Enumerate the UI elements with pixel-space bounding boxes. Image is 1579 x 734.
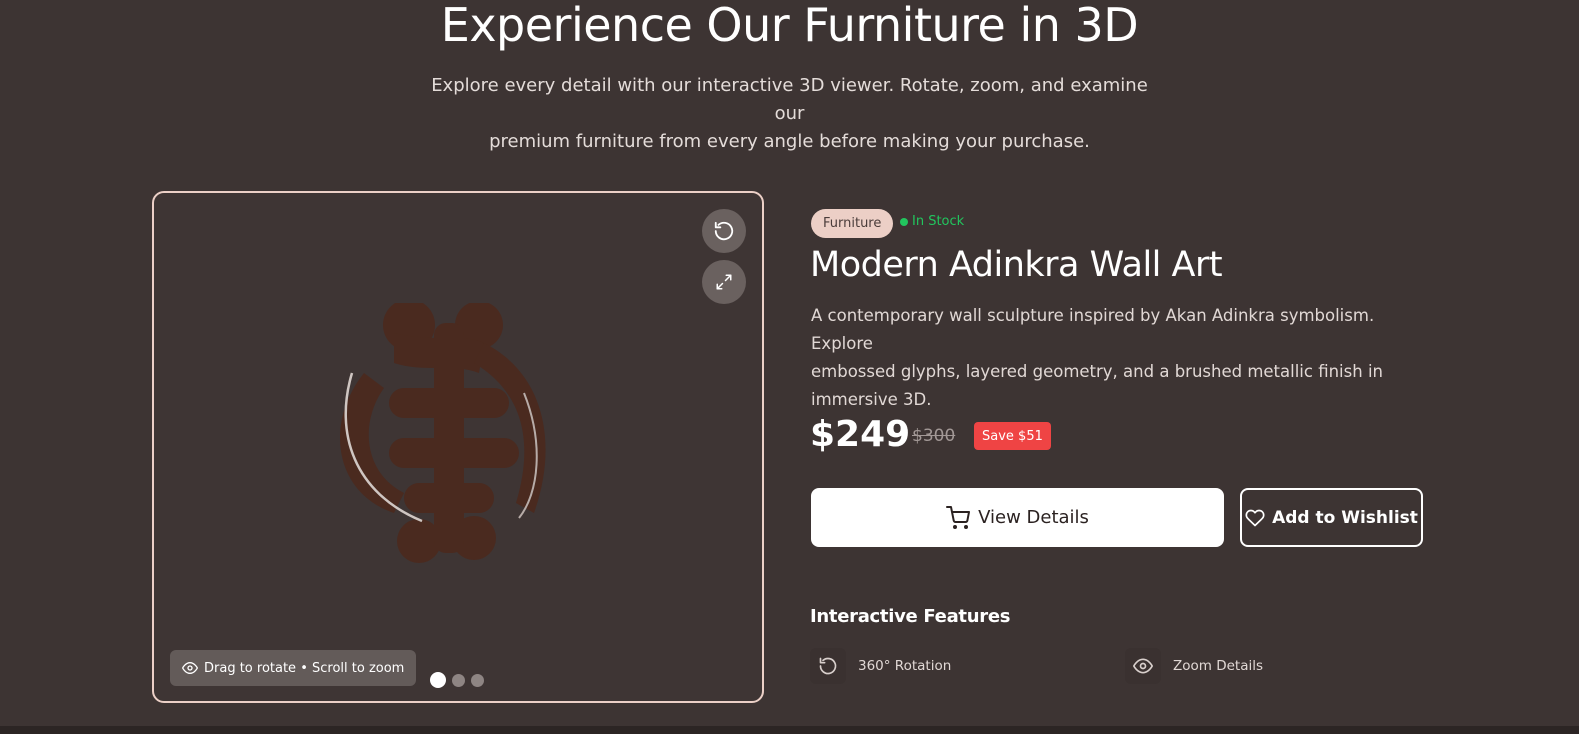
slide-indicators	[430, 672, 484, 688]
original-price: $300	[912, 426, 956, 446]
eye-icon-wrapper	[1125, 648, 1161, 684]
product-description-line-3: immersive 3D.	[811, 390, 932, 409]
hero-title: Experience Our Furniture in 3D	[440, 0, 1139, 52]
slide-dot-1[interactable]	[430, 672, 446, 688]
slide-dot-2[interactable]	[452, 673, 465, 687]
rotate-icon	[819, 657, 837, 675]
savings-badge: Save $51	[974, 422, 1051, 450]
rotate-reset-icon	[714, 221, 734, 241]
product-title: Modern Adinkra Wall Art	[810, 245, 1223, 285]
reset-rotation-button[interactable]	[702, 209, 746, 253]
hero-subtitle-line-2: premium furniture from every angle befor…	[489, 131, 1090, 152]
feature-zoom-label: Zoom Details	[1173, 658, 1264, 674]
product-description: A contemporary wall sculpture inspired b…	[811, 302, 1431, 414]
hero-subtitle: Explore every detail with our interactiv…	[430, 72, 1149, 156]
stock-dot-icon	[900, 217, 908, 226]
fullscreen-icon	[716, 274, 732, 290]
product-description-line-1: A contemporary wall sculpture inspired b…	[811, 306, 1375, 353]
interaction-hint: Drag to rotate • Scroll to zoom	[170, 650, 417, 686]
eye-icon	[1133, 658, 1153, 674]
stock-status-label: In Stock	[912, 214, 965, 229]
page-footer-edge	[0, 726, 1579, 734]
cart-icon	[946, 505, 971, 529]
3d-viewer[interactable]: Drag to rotate • Scroll to zoom	[152, 191, 764, 703]
fullscreen-button[interactable]	[702, 260, 746, 304]
heart-icon	[1245, 509, 1265, 526]
slide-dot-3[interactable]	[471, 673, 484, 687]
add-to-wishlist-button[interactable]: Add to Wishlist	[1240, 488, 1423, 547]
feature-rotation: 360° Rotation	[810, 648, 951, 684]
features-title: Interactive Features	[810, 606, 1011, 627]
stock-status: In Stock	[900, 214, 964, 229]
feature-rotation-label: 360° Rotation	[858, 658, 952, 674]
rotate-icon-wrapper	[810, 648, 846, 684]
hero-subtitle-line-1: Explore every detail with our interactiv…	[431, 75, 1148, 124]
category-badge: Furniture	[811, 209, 894, 238]
product-price: $249	[810, 414, 911, 455]
adinkra-model[interactable]	[334, 303, 574, 573]
product-description-line-2: embossed glyphs, layered geometry, and a…	[811, 362, 1383, 381]
view-details-label: View Details	[978, 507, 1089, 528]
feature-zoom: Zoom Details	[1125, 648, 1263, 684]
hint-text: Drag to rotate • Scroll to zoom	[204, 660, 405, 676]
wishlist-label: Add to Wishlist	[1272, 507, 1418, 528]
view-details-button[interactable]: View Details	[811, 488, 1224, 547]
eye-icon	[182, 662, 198, 674]
